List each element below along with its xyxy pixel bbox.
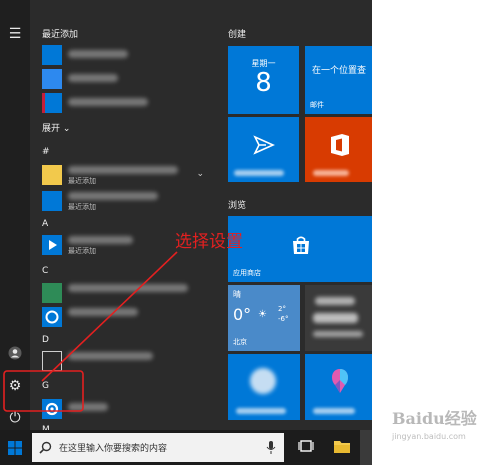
settings-highlight-box [3, 370, 84, 412]
annotation-label: 选择设置 [175, 232, 243, 252]
baidu-watermark: Baidu经验 [392, 409, 477, 428]
annotation-arrow-line [41, 251, 178, 382]
annotation-overlay [3, 251, 178, 412]
baidu-watermark-url: jingyan.baidu.com [392, 432, 466, 441]
